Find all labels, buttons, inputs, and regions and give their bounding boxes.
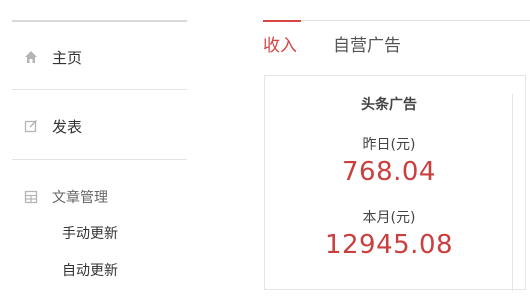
home-icon	[23, 49, 39, 65]
sidebar-item-publish[interactable]: 发表	[12, 114, 82, 138]
this-month-label: 本月(元)	[362, 210, 416, 226]
article-icon	[23, 189, 39, 205]
sidebar-item-home-label: 主页	[52, 48, 83, 67]
sidebar-item-auto-update[interactable]: 自动更新	[62, 261, 118, 281]
yesterday-label: 昨日(元)	[362, 137, 416, 153]
main-content: 收入 自营广告 头条广告 昨日(元) 768.04 本月(元) 12945.08	[263, 0, 530, 301]
income-card: 头条广告 昨日(元) 768.04 本月(元) 12945.08	[264, 75, 526, 291]
sidebar: 主页 发表 文章管理 手动更新 自动更新	[12, 0, 187, 301]
card-column-divider	[512, 94, 513, 291]
yesterday-value: 768.04	[342, 157, 436, 187]
sidebar-group-articles-label: 文章管理	[52, 190, 108, 206]
sidebar-item-publish-label: 发表	[52, 117, 83, 136]
this-month-value: 12945.08	[324, 230, 454, 260]
main-top-divider	[263, 20, 530, 21]
active-tab-indicator	[263, 20, 301, 22]
sidebar-divider	[12, 159, 187, 160]
sidebar-item-home[interactable]: 主页	[12, 45, 82, 69]
sidebar-divider	[12, 89, 187, 90]
sidebar-group-articles[interactable]: 文章管理	[12, 185, 108, 209]
card-title: 头条广告	[361, 97, 417, 113]
tab-own-ads[interactable]: 自营广告	[333, 34, 401, 58]
sidebar-item-manual-update[interactable]: 手动更新	[62, 224, 118, 244]
edit-icon	[23, 118, 39, 134]
sidebar-top-divider	[12, 20, 187, 22]
tab-income[interactable]: 收入	[263, 34, 297, 58]
